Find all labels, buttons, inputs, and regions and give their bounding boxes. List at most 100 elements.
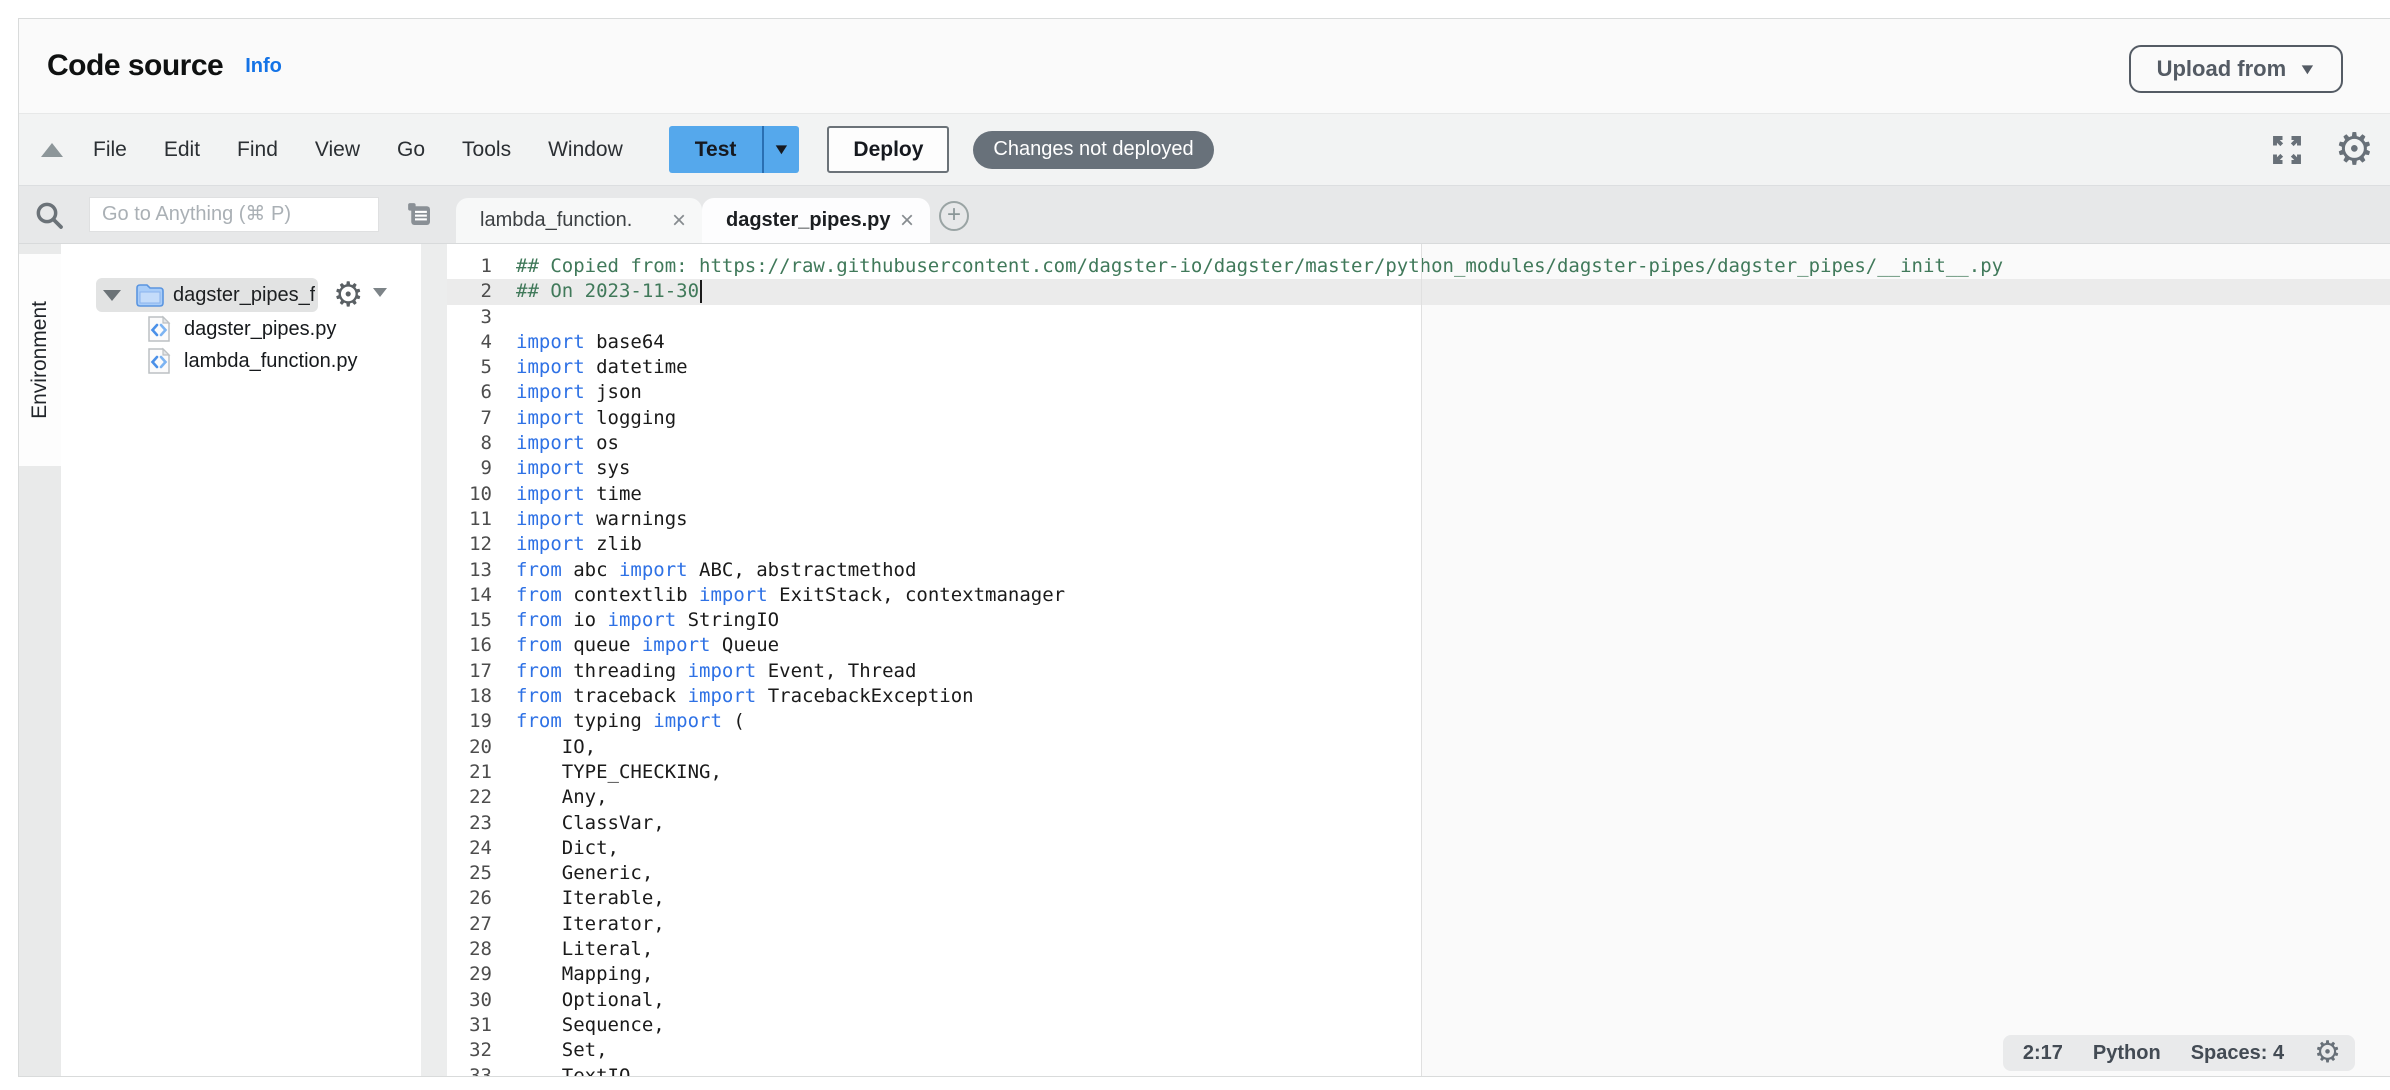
line-number[interactable]: 24: [447, 836, 492, 861]
code-line-4[interactable]: 4import base64: [447, 330, 2390, 355]
line-number[interactable]: 22: [447, 785, 492, 810]
line-number[interactable]: 11: [447, 507, 492, 532]
line-number[interactable]: 1: [447, 254, 492, 279]
code-line-3[interactable]: 3: [447, 305, 2390, 330]
line-number[interactable]: 16: [447, 633, 492, 658]
menu-tools[interactable]: Tools: [462, 138, 511, 162]
code-line-10[interactable]: 10import time: [447, 482, 2390, 507]
line-number[interactable]: 20: [447, 735, 492, 760]
line-number[interactable]: 7: [447, 406, 492, 431]
line-number[interactable]: 15: [447, 608, 492, 633]
code-line-16[interactable]: 16from queue import Queue: [447, 633, 2390, 658]
environment-tab[interactable]: Environment: [19, 254, 61, 466]
tree-folder-row[interactable]: dagster_pipes_funct ⚙: [61, 280, 421, 310]
tab-list-icon[interactable]: [405, 200, 435, 230]
line-number[interactable]: 14: [447, 583, 492, 608]
code-line-17[interactable]: 17from threading import Event, Thread: [447, 659, 2390, 684]
line-number[interactable]: 8: [447, 431, 492, 456]
language-mode[interactable]: Python: [2093, 1042, 2161, 1065]
chevron-down-icon[interactable]: [373, 288, 387, 297]
code-line-13[interactable]: 13from abc import ABC, abstractmethod: [447, 558, 2390, 583]
code-line-28[interactable]: 28 Literal,: [447, 937, 2390, 962]
code-line-9[interactable]: 9import sys: [447, 456, 2390, 481]
code-line-22[interactable]: 22 Any,: [447, 785, 2390, 810]
menu-go[interactable]: Go: [397, 138, 425, 162]
code-line-1[interactable]: 1## Copied from: https://raw.githubuserc…: [447, 254, 2390, 279]
tab-dagster-pipes[interactable]: dagster_pipes.py ×: [702, 198, 930, 243]
code-line-18[interactable]: 18from traceback import TracebackExcepti…: [447, 684, 2390, 709]
code-line-11[interactable]: 11import warnings: [447, 507, 2390, 532]
tree-scrollbar-track[interactable]: [421, 244, 447, 1076]
code-line-21[interactable]: 21 TYPE_CHECKING,: [447, 760, 2390, 785]
search-icon[interactable]: [33, 199, 65, 231]
line-number[interactable]: 4: [447, 330, 492, 355]
line-number[interactable]: 17: [447, 659, 492, 684]
tree-file-lambda-function[interactable]: lambda_function.py: [61, 346, 421, 376]
line-number[interactable]: 3: [447, 305, 492, 330]
code-line-20[interactable]: 20 IO,: [447, 735, 2390, 760]
go-to-anything-input[interactable]: [89, 197, 379, 232]
menu-edit[interactable]: Edit: [164, 138, 200, 162]
tree-settings-gear-icon[interactable]: ⚙: [333, 278, 363, 312]
line-number[interactable]: 18: [447, 684, 492, 709]
line-number[interactable]: 31: [447, 1013, 492, 1038]
test-dropdown-button[interactable]: ▼: [762, 126, 799, 173]
code-line-23[interactable]: 23 ClassVar,: [447, 811, 2390, 836]
tab-lambda-function[interactable]: lambda_function. ×: [456, 198, 702, 243]
line-number[interactable]: 30: [447, 988, 492, 1013]
line-number[interactable]: 26: [447, 886, 492, 911]
code-line-5[interactable]: 5 import datetime: [447, 355, 2390, 380]
code-line-6[interactable]: 6import json: [447, 380, 2390, 405]
line-number[interactable]: 9: [447, 456, 492, 481]
line-number[interactable]: 12: [447, 532, 492, 557]
line-number[interactable]: 33: [447, 1064, 492, 1077]
close-icon[interactable]: ×: [672, 207, 686, 235]
code-line-7[interactable]: 7import logging: [447, 406, 2390, 431]
code-line-24[interactable]: 24 Dict,: [447, 836, 2390, 861]
code-editor[interactable]: 1## Copied from: https://raw.githubuserc…: [447, 244, 2390, 1076]
code-line-19[interactable]: 19from typing import (: [447, 709, 2390, 734]
code-line-14[interactable]: 14from contextlib import ExitStack, cont…: [447, 583, 2390, 608]
line-number[interactable]: 21: [447, 760, 492, 785]
cursor-position[interactable]: 2:17: [2023, 1042, 2063, 1065]
menu-find[interactable]: Find: [237, 138, 278, 162]
code-line-26[interactable]: 26 Iterable,: [447, 886, 2390, 911]
line-number[interactable]: 27: [447, 912, 492, 937]
editor-settings-gear-icon[interactable]: ⚙: [2335, 128, 2374, 172]
collapse-panel-icon[interactable]: [41, 143, 63, 157]
line-number[interactable]: 29: [447, 962, 492, 987]
code-line-27[interactable]: 27 Iterator,: [447, 912, 2390, 937]
test-button[interactable]: Test: [669, 126, 763, 173]
line-number[interactable]: 13: [447, 558, 492, 583]
spaces-setting[interactable]: Spaces: 4: [2191, 1042, 2284, 1065]
code-line-30[interactable]: 30 Optional,: [447, 988, 2390, 1013]
code-line-8[interactable]: 8import os: [447, 431, 2390, 456]
close-icon[interactable]: ×: [900, 207, 914, 235]
code-line-25[interactable]: 25 Generic,: [447, 861, 2390, 886]
menu-window[interactable]: Window: [548, 138, 623, 162]
info-link[interactable]: Info: [245, 55, 282, 78]
deploy-button[interactable]: Deploy: [827, 126, 949, 173]
new-tab-button[interactable]: +: [939, 201, 969, 231]
chevron-down-icon[interactable]: [103, 290, 121, 301]
code-line-15[interactable]: 15from io import StringIO: [447, 608, 2390, 633]
line-number[interactable]: 32: [447, 1038, 492, 1063]
status-settings-gear-icon[interactable]: ⚙: [2314, 1038, 2341, 1068]
line-number[interactable]: 23: [447, 811, 492, 836]
tree-file-dagster-pipes[interactable]: dagster_pipes.py: [61, 314, 421, 344]
code-line-12[interactable]: 12import zlib: [447, 532, 2390, 557]
code-line-2[interactable]: 2## On 2023-11-30: [447, 279, 2390, 304]
menu-view[interactable]: View: [315, 138, 360, 162]
line-number[interactable]: 6: [447, 380, 492, 405]
upload-from-button[interactable]: Upload from ▼: [2129, 45, 2343, 93]
fullscreen-icon[interactable]: [2269, 132, 2305, 168]
line-number[interactable]: 25: [447, 861, 492, 886]
line-text: import datetime: [516, 355, 688, 380]
line-number[interactable]: 28: [447, 937, 492, 962]
menu-file[interactable]: File: [93, 138, 127, 162]
line-number[interactable]: 5: [447, 355, 492, 380]
code-line-29[interactable]: 29 Mapping,: [447, 962, 2390, 987]
line-number[interactable]: 2: [447, 279, 492, 304]
line-number[interactable]: 19: [447, 709, 492, 734]
line-number[interactable]: 10: [447, 482, 492, 507]
